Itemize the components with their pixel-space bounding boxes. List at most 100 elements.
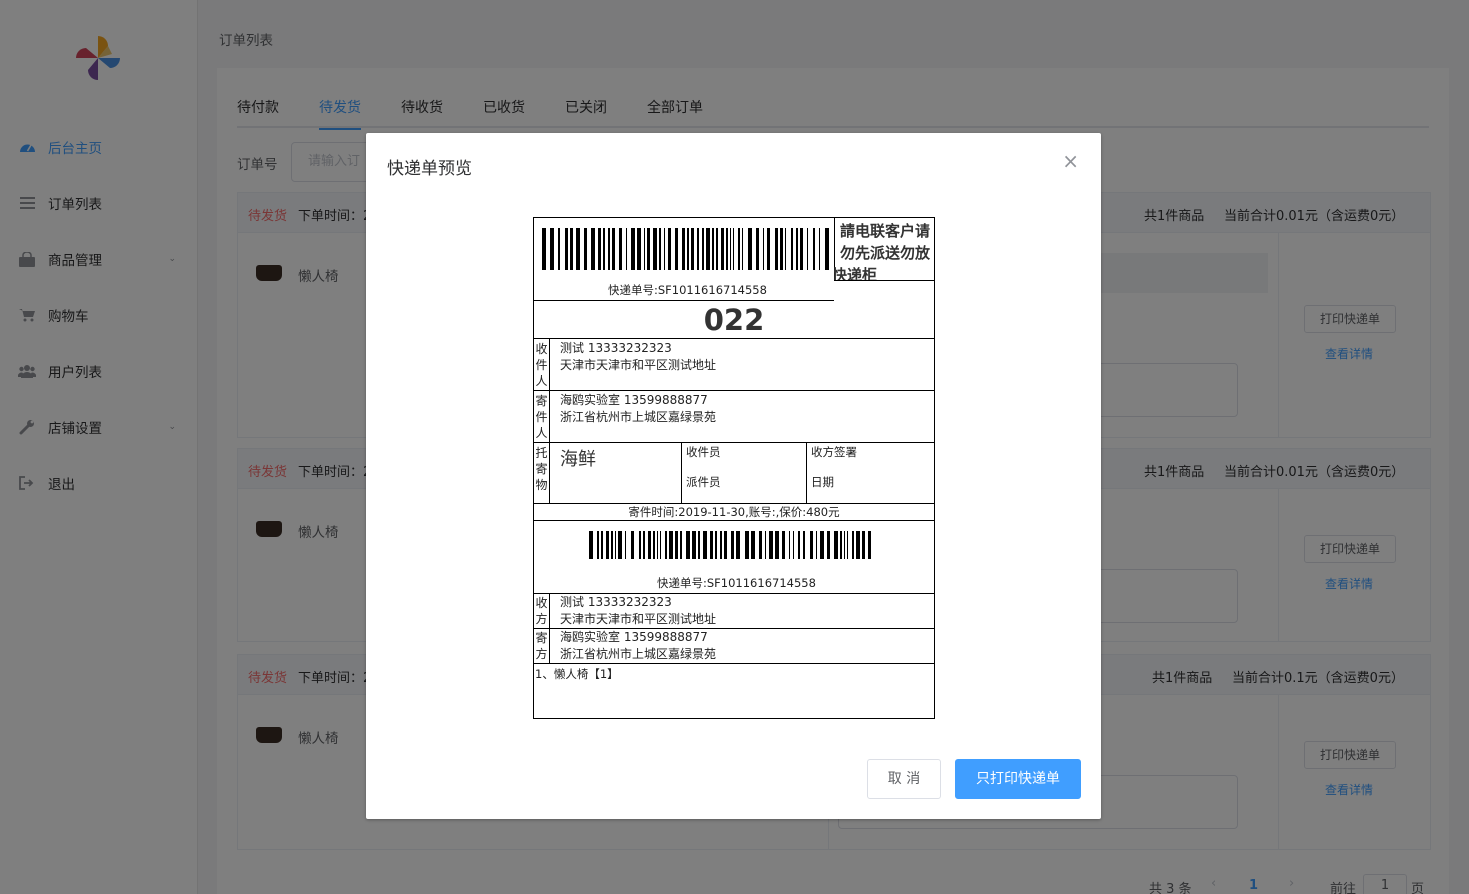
barcode-bar bbox=[680, 531, 682, 559]
barcode-bar bbox=[800, 228, 803, 270]
label-char: 件 bbox=[535, 358, 548, 372]
barcode-bar bbox=[745, 531, 749, 559]
barcode-bar bbox=[702, 228, 704, 270]
barcode-bar bbox=[706, 228, 710, 270]
label-char: 寄 bbox=[535, 394, 548, 408]
recipient-address: 天津市天津市和平区测试地址 bbox=[560, 358, 717, 372]
barcode-bar bbox=[687, 228, 689, 270]
barcode-bar bbox=[798, 531, 800, 559]
barcode-bar bbox=[597, 531, 599, 559]
barcode-bar bbox=[767, 228, 770, 270]
barcode-bar bbox=[756, 228, 759, 270]
barcode-bar bbox=[639, 531, 641, 559]
barcode-icon bbox=[542, 228, 829, 270]
dialog-title: 快递单预览 bbox=[387, 159, 472, 179]
recipient-row: 收 件 人 测试 13333232323 天津市天津市和平区测试地址 bbox=[534, 339, 934, 391]
sender-label: 寄 件 人 bbox=[534, 391, 550, 442]
label-char: 收 bbox=[535, 342, 548, 356]
barcode-bar bbox=[675, 228, 678, 270]
barcode-bar bbox=[834, 531, 838, 559]
barcode-bar bbox=[724, 531, 727, 559]
label-char: 方 bbox=[535, 612, 548, 626]
barcode-bar bbox=[720, 531, 722, 559]
barcode-bar bbox=[675, 531, 678, 559]
barcode-bar bbox=[793, 531, 794, 559]
barcode-bar bbox=[697, 228, 699, 270]
barcode-bar bbox=[692, 531, 696, 559]
barcode-bar bbox=[736, 531, 740, 559]
barcode-bar bbox=[796, 228, 798, 270]
barcode-bar bbox=[550, 228, 554, 270]
deliverer-label: 派件员 bbox=[686, 475, 721, 489]
barcode-bar bbox=[643, 531, 645, 559]
barcode-bar bbox=[765, 531, 766, 559]
barcode-bar bbox=[791, 228, 793, 270]
app-root: 后台主页 订单列表 商品管理 ⌄ 购物车 用户列表 bbox=[0, 0, 1469, 894]
sender-short-label: 寄 方 bbox=[534, 629, 550, 663]
sender-short-name: 海鸥实验室 13599888877 bbox=[560, 630, 708, 644]
barcode-bar bbox=[759, 531, 762, 559]
close-icon[interactable]: × bbox=[1062, 151, 1079, 171]
label-char: 物 bbox=[535, 478, 548, 492]
barcode-bar bbox=[712, 228, 714, 270]
sender-short-address: 浙江省杭州市上城区嘉绿景苑 bbox=[560, 647, 717, 661]
barcode-bar bbox=[738, 228, 740, 270]
barcode-row: 快递单号:SF1011616714558 bbox=[534, 521, 934, 594]
barcode-bar bbox=[647, 228, 650, 270]
label-char: 人 bbox=[535, 426, 548, 440]
barcode-bar bbox=[852, 531, 854, 559]
label-char: 寄 bbox=[535, 462, 548, 476]
barcode-bar bbox=[542, 228, 546, 270]
tracking-number-bottom: 快递单号:SF1011616714558 bbox=[657, 576, 816, 590]
barcode-bar bbox=[619, 228, 622, 270]
barcode-bar bbox=[576, 228, 580, 270]
barcode-bar bbox=[631, 228, 635, 270]
barcode-bar bbox=[862, 531, 865, 559]
barcode-bar bbox=[612, 228, 615, 270]
receiver-short-address: 天津市天津市和平区测试地址 bbox=[560, 612, 717, 626]
barcode-bar bbox=[789, 531, 790, 559]
label-char: 方 bbox=[535, 647, 548, 661]
barcode-bar bbox=[782, 531, 785, 559]
barcode-bar bbox=[847, 531, 848, 559]
signature-label: 收方签署 bbox=[811, 445, 857, 459]
barcode-bar bbox=[608, 228, 610, 270]
barcode-bar bbox=[748, 228, 752, 270]
goods-label: 托 寄 物 bbox=[534, 443, 550, 503]
barcode-bar bbox=[637, 228, 641, 270]
route-code: 022 bbox=[703, 303, 765, 337]
label-char: 收 bbox=[535, 596, 548, 610]
print-waybill-only-button[interactable]: 只打印快递单 bbox=[955, 759, 1081, 799]
barcode-bar bbox=[570, 228, 573, 270]
barcode-bar bbox=[611, 531, 613, 559]
label-char: 托 bbox=[535, 446, 548, 460]
barcode-bar bbox=[780, 228, 783, 270]
label-char: 人 bbox=[535, 374, 548, 388]
recipient-label: 收 件 人 bbox=[534, 339, 550, 390]
recipient-name: 测试 13333232323 bbox=[560, 341, 672, 355]
barcode-bar bbox=[698, 531, 700, 559]
barcode-bar bbox=[731, 531, 734, 559]
divider bbox=[806, 443, 807, 503]
shipment-meta-row: 寄件时间:2019-11-30,账号:,保价:480元 bbox=[534, 504, 934, 521]
barcode-bar bbox=[742, 228, 743, 270]
barcode-bar bbox=[816, 531, 817, 559]
sender-address: 浙江省杭州市上城区嘉绿景苑 bbox=[560, 410, 717, 424]
barcode-bar bbox=[726, 228, 728, 270]
cancel-button[interactable]: 取 消 bbox=[867, 759, 941, 799]
goods-row: 托 寄 物 海鲜 收件员 派件员 收方签署 日期 bbox=[534, 443, 934, 504]
barcode-bar bbox=[825, 228, 829, 270]
barcode-bar bbox=[591, 228, 595, 270]
label-char: 件 bbox=[535, 410, 548, 424]
notice-line: 勿先派送勿放 bbox=[839, 244, 930, 262]
barcode-bar bbox=[819, 228, 820, 270]
barcode-bar bbox=[844, 531, 845, 559]
shipment-meta: 寄件时间:2019-11-30,账号:,保价:480元 bbox=[628, 505, 840, 519]
tracking-number-top: 快递单号:SF1011616714558 bbox=[608, 283, 767, 297]
barcode-bar bbox=[769, 531, 773, 559]
waybill-header-row: 快递单号:SF1011616714558 請电联客户请 勿先派送勿放 快递柜 bbox=[534, 218, 934, 301]
barcode-bar bbox=[664, 228, 665, 270]
sender-name: 海鸥实验室 13599888877 bbox=[560, 393, 708, 407]
barcode-bar bbox=[625, 531, 626, 559]
notice-line: 請电联客户请 bbox=[839, 222, 930, 240]
